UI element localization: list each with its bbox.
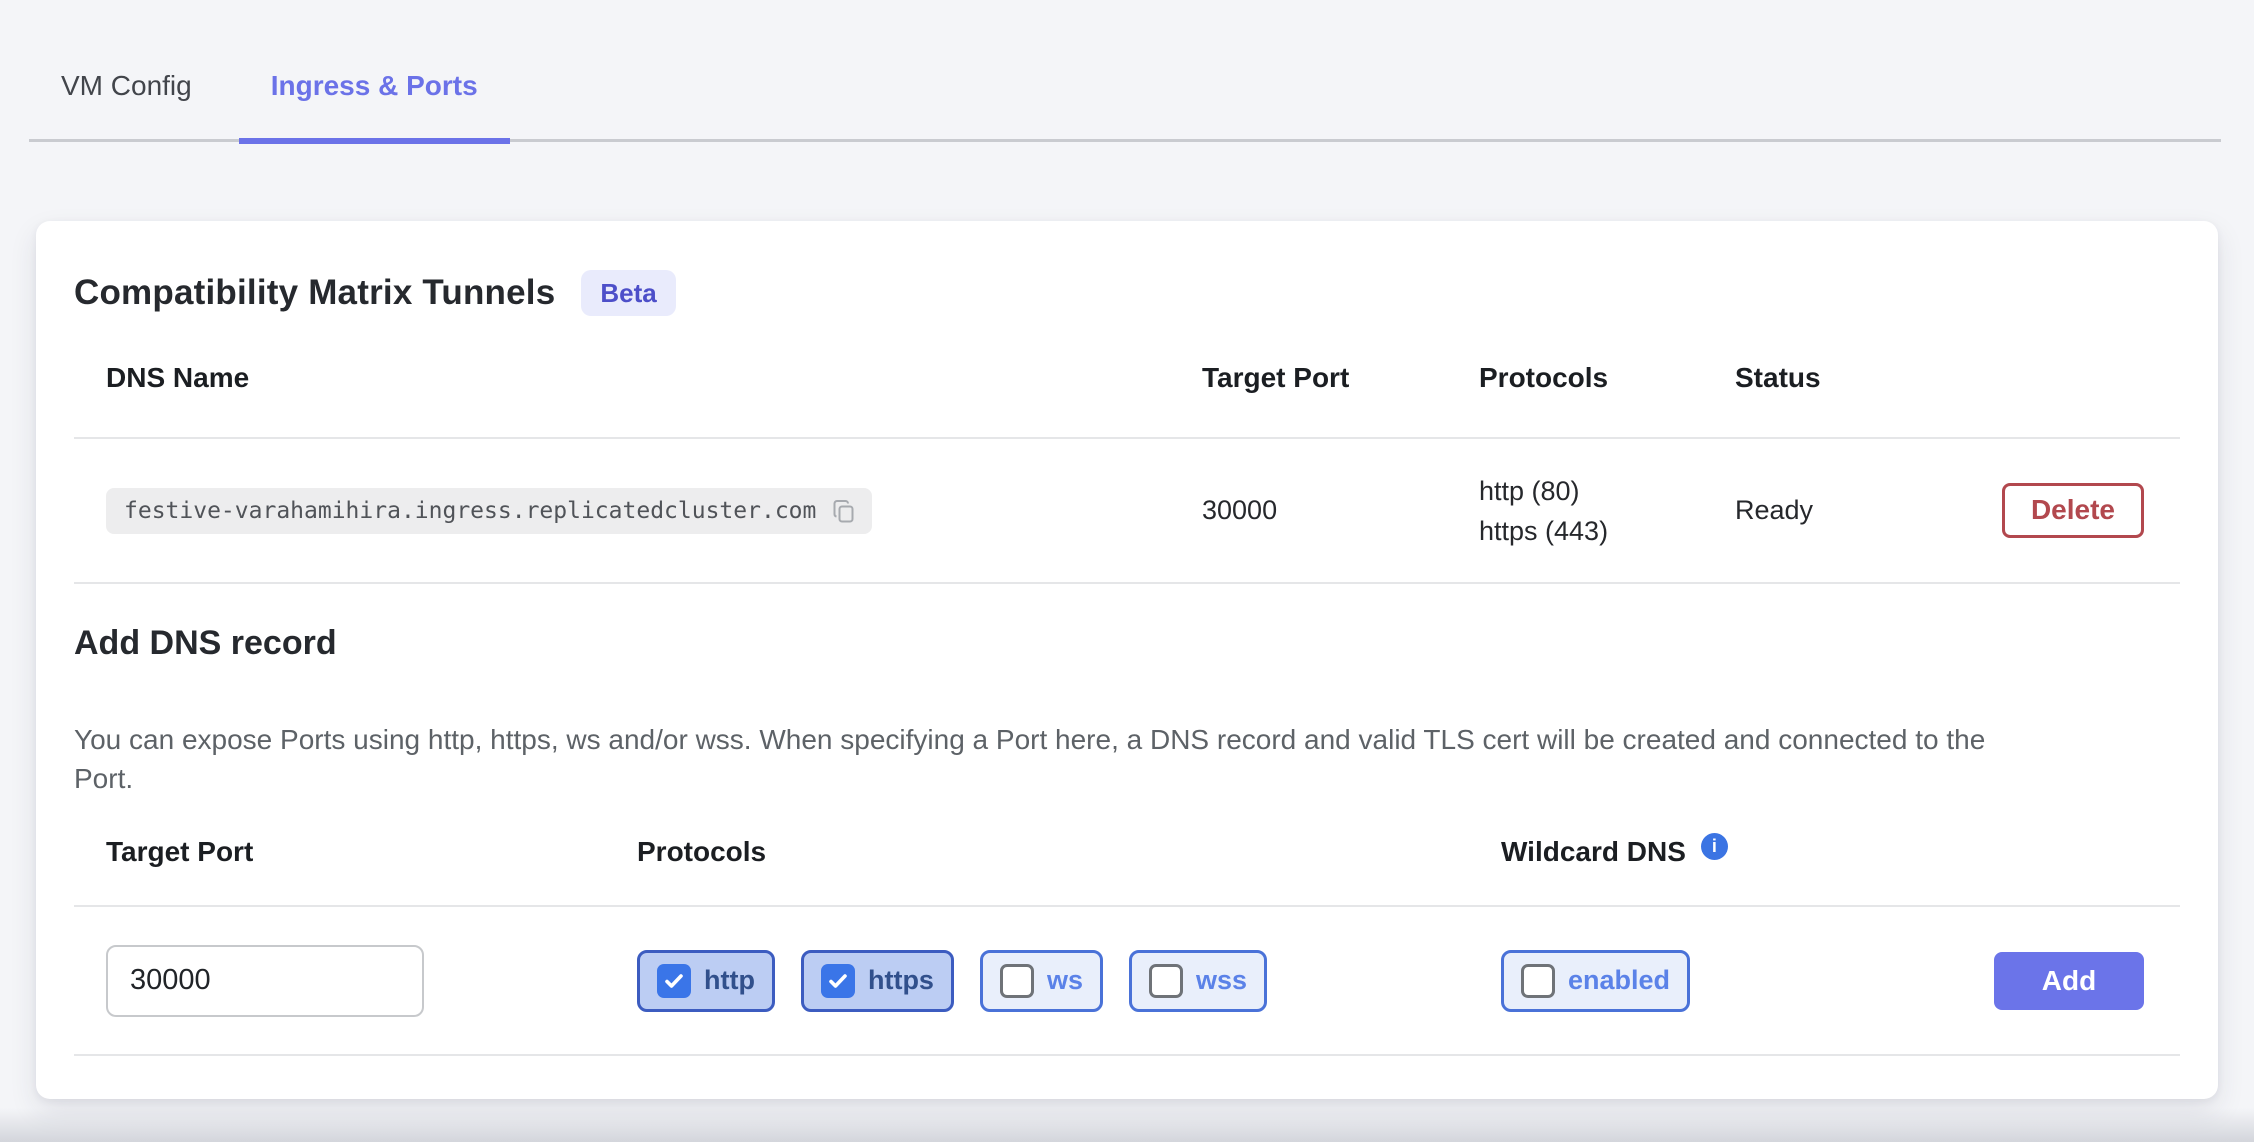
wildcard-and-add-cell: enabled Add: [1501, 950, 2180, 1012]
add-dns-record-heading: Add DNS record: [74, 624, 2180, 672]
card-title: Compatibility Matrix Tunnels: [74, 273, 555, 313]
protocol-chip-ws-label: ws: [1047, 965, 1083, 996]
form-label-target-port: Target Port: [74, 836, 637, 868]
ws-checkbox-unchecked-icon[interactable]: [1000, 964, 1034, 998]
tab-vm-config-label: VM Config: [61, 70, 192, 101]
copy-icon[interactable]: [830, 497, 858, 525]
card-title-row: Compatibility Matrix Tunnels Beta: [74, 267, 2180, 319]
target-port-cell: 30000: [1202, 495, 1479, 526]
col-header-protocols: Protocols: [1479, 362, 1735, 394]
page: VM Config Ingress & Ports Compatibility …: [0, 0, 2254, 1142]
http-checkbox-checked-icon[interactable]: [657, 964, 691, 998]
beta-badge: Beta: [581, 270, 675, 316]
tab-ingress-ports[interactable]: Ingress & Ports: [239, 0, 510, 144]
protocol-chip-wss-label: wss: [1196, 965, 1247, 996]
description-line-2: Port.: [74, 763, 133, 794]
wss-checkbox-unchecked-icon[interactable]: [1149, 964, 1183, 998]
tab-bar: VM Config Ingress & Ports: [29, 0, 2221, 142]
table-header-row: DNS Name Target Port Protocols Status: [74, 319, 2180, 439]
form-labels-row: Target Port Protocols Wildcard DNS i: [74, 798, 2180, 907]
https-checkbox-checked-icon[interactable]: [821, 964, 855, 998]
actions-cell: Delete: [1985, 483, 2180, 538]
wildcard-dns-label-text: Wildcard DNS: [1501, 836, 1686, 868]
description-line-1: You can expose Ports using http, https, …: [74, 724, 1985, 755]
col-header-status: Status: [1735, 362, 1985, 394]
dns-name-text: festive-varahamihira.ingress.replicatedc…: [124, 498, 816, 524]
col-header-dns-name: DNS Name: [74, 362, 1202, 394]
protocol-chip-http-label: http: [704, 965, 755, 996]
protocol-chip-https-label: https: [868, 965, 934, 996]
target-port-input[interactable]: [106, 945, 424, 1017]
enabled-checkbox-unchecked-icon[interactable]: [1521, 964, 1555, 998]
protocol-line-https: https (443): [1479, 511, 1735, 551]
dns-name-pill: festive-varahamihira.ingress.replicatedc…: [106, 488, 872, 534]
status-cell: Ready: [1735, 495, 1985, 526]
form-label-protocols: Protocols: [637, 836, 1501, 868]
form-row: http https ws wss: [74, 907, 2180, 1056]
protocol-chips: http https ws wss: [637, 950, 1501, 1012]
wildcard-enabled-chip[interactable]: enabled: [1501, 950, 1690, 1012]
tunnels-card: Compatibility Matrix Tunnels Beta DNS Na…: [36, 221, 2218, 1099]
info-icon[interactable]: i: [1701, 833, 1728, 860]
col-header-target-port: Target Port: [1202, 362, 1479, 394]
protocol-chip-ws[interactable]: ws: [980, 950, 1103, 1012]
add-dns-record-description: You can expose Ports using http, https, …: [74, 720, 2180, 798]
protocol-chip-wss[interactable]: wss: [1129, 950, 1267, 1012]
dns-name-cell: festive-varahamihira.ingress.replicatedc…: [74, 488, 1202, 534]
protocol-line-http: http (80): [1479, 471, 1735, 511]
wildcard-enabled-label: enabled: [1568, 965, 1670, 996]
tab-vm-config[interactable]: VM Config: [29, 0, 224, 139]
form-label-wildcard-dns: Wildcard DNS i: [1501, 833, 2180, 870]
table-row: festive-varahamihira.ingress.replicatedc…: [74, 439, 2180, 584]
target-port-field-cell: [74, 945, 637, 1017]
bottom-fade: [0, 1108, 2254, 1142]
delete-button[interactable]: Delete: [2002, 483, 2144, 538]
add-button[interactable]: Add: [1994, 952, 2144, 1010]
protocol-chip-http[interactable]: http: [637, 950, 775, 1012]
protocol-chip-https[interactable]: https: [801, 950, 954, 1012]
protocols-cell: http (80) https (443): [1479, 471, 1735, 551]
tab-ingress-ports-label: Ingress & Ports: [271, 70, 478, 101]
